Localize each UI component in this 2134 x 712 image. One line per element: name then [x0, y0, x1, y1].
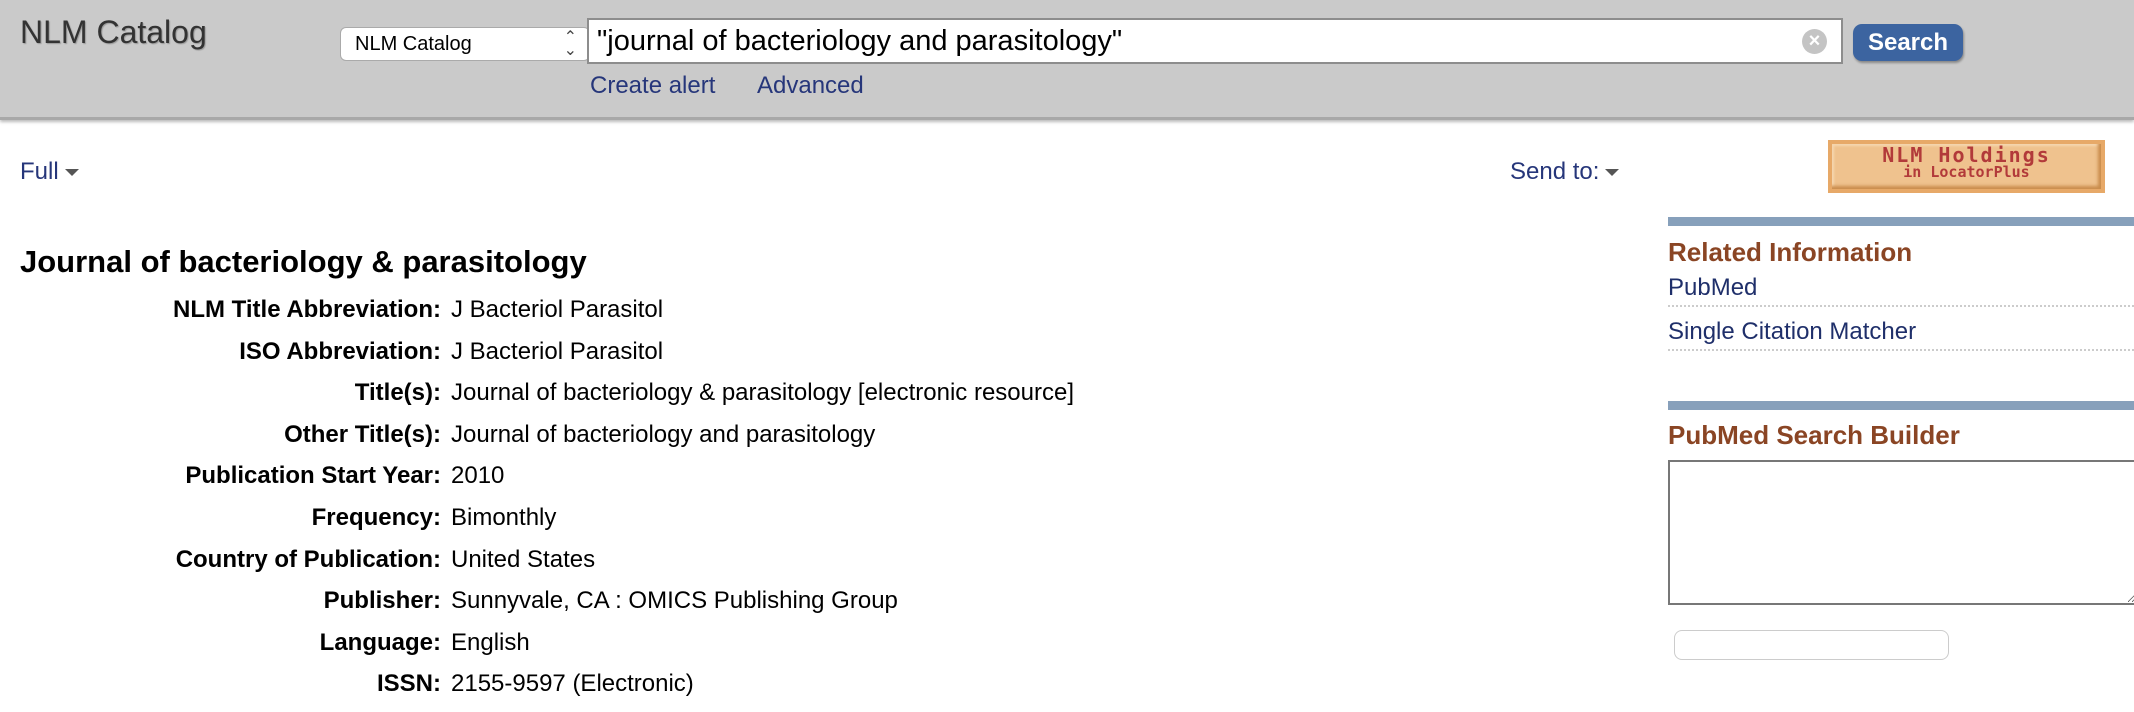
field-label: ISO Abbreviation: — [239, 337, 441, 365]
caret-down-icon — [1605, 169, 1620, 177]
field-label: Title(s): — [354, 379, 441, 407]
holdings-line2: in LocatorPlus — [1903, 163, 2030, 181]
field-label: Other Title(s): — [284, 420, 441, 448]
nlm-holdings-button[interactable]: NLM Holdings in LocatorPlus — [1828, 140, 2105, 193]
search-builder-textarea[interactable] — [1668, 460, 2134, 605]
field-label: Publisher: — [323, 587, 441, 615]
advanced-search-link[interactable]: Advanced — [757, 72, 864, 100]
section-divider — [1668, 401, 2134, 410]
field-row: ISO Abbreviation: J Bacteriol Parasitol — [0, 338, 1074, 380]
field-row: Other Title(s): Journal of bacteriology a… — [0, 421, 1074, 463]
field-label: ISSN: — [376, 670, 441, 698]
app-title[interactable]: NLM Catalog — [20, 14, 207, 51]
holdings-line1: NLM Holdings — [1882, 143, 2051, 167]
send-to-label: Send to: — [1510, 158, 1600, 185]
field-label: NLM Title Abbreviation: — [172, 296, 441, 323]
field-row: Country of Publication: United States — [0, 546, 1074, 588]
field-label: Language: — [319, 628, 441, 656]
field-row: Frequency: Bimonthly — [0, 504, 1074, 546]
field-value: Sunnyvale, CA : OMICS Publishing Group — [451, 587, 898, 615]
field-value: United States — [451, 545, 596, 573]
search-button[interactable]: Search — [1853, 24, 1963, 61]
field-row: Title(s): Journal of bacteriology & paras… — [0, 379, 1074, 421]
caret-down-icon — [64, 169, 79, 177]
field-label: Publication Start Year: — [185, 462, 441, 490]
create-alert-link[interactable]: Create alert — [590, 72, 715, 100]
holdings-logo: NLM Holdings in LocatorPlus — [1832, 144, 2101, 189]
field-row: Publication Start Year: 2010 — [0, 462, 1074, 504]
single-citation-matcher-link[interactable]: Single Citation Matcher — [1668, 318, 2134, 351]
pubmed-link[interactable]: PubMed — [1668, 274, 2134, 307]
field-value: Journal of bacteriology and parasitology — [451, 420, 876, 448]
field-value: 2155-9597 (Electronic) — [451, 670, 694, 698]
field-label: Country of Publication: — [175, 545, 441, 573]
search-input[interactable] — [587, 18, 1843, 64]
field-row: Language: English — [0, 629, 1074, 671]
format-label: Full — [20, 158, 59, 185]
field-row: Publisher: Sunnyvale, CA : OMICS Publishi… — [0, 587, 1074, 629]
search-header: NLM Catalog NLM Catalog ⌃⌄ × Search Creat… — [0, 0, 2134, 120]
field-value: English — [451, 628, 530, 656]
builder-button[interactable] — [1674, 630, 1949, 660]
field-row: ISSN: 2155-9597 (Electronic) — [0, 670, 1074, 712]
record-title: Journal of bacteriology & parasitology — [20, 244, 587, 279]
clear-search-icon[interactable]: × — [1802, 29, 1827, 54]
pubmed-search-builder-heading: PubMed Search Builder — [1668, 420, 1960, 450]
send-to-menu[interactable]: Send to: — [1510, 158, 1620, 186]
field-label: Frequency: — [311, 503, 441, 531]
database-select[interactable]: NLM Catalog ⌃ ⌄ — [340, 27, 590, 61]
field-value: Bimonthly — [451, 503, 557, 531]
database-select-value: NLM Catalog — [355, 33, 472, 55]
format-menu[interactable]: Full — [20, 158, 79, 186]
field-value: J Bacteriol Parasitol — [451, 337, 664, 365]
field-value: Journal of bacteriology & parasitology [… — [451, 379, 1074, 407]
select-arrows-icon: ⌃ ⌄ — [563, 29, 577, 59]
field-row: NLM Title Abbreviation: J Bacteriol Paras… — [0, 296, 1074, 338]
related-information-heading: Related Information — [1668, 237, 1913, 267]
section-divider — [1668, 217, 2134, 226]
field-value: 2010 — [451, 462, 505, 490]
record-fields: NLM Title Abbreviation: J Bacteriol Paras… — [0, 296, 1074, 712]
field-value: J Bacteriol Parasitol — [451, 296, 664, 323]
